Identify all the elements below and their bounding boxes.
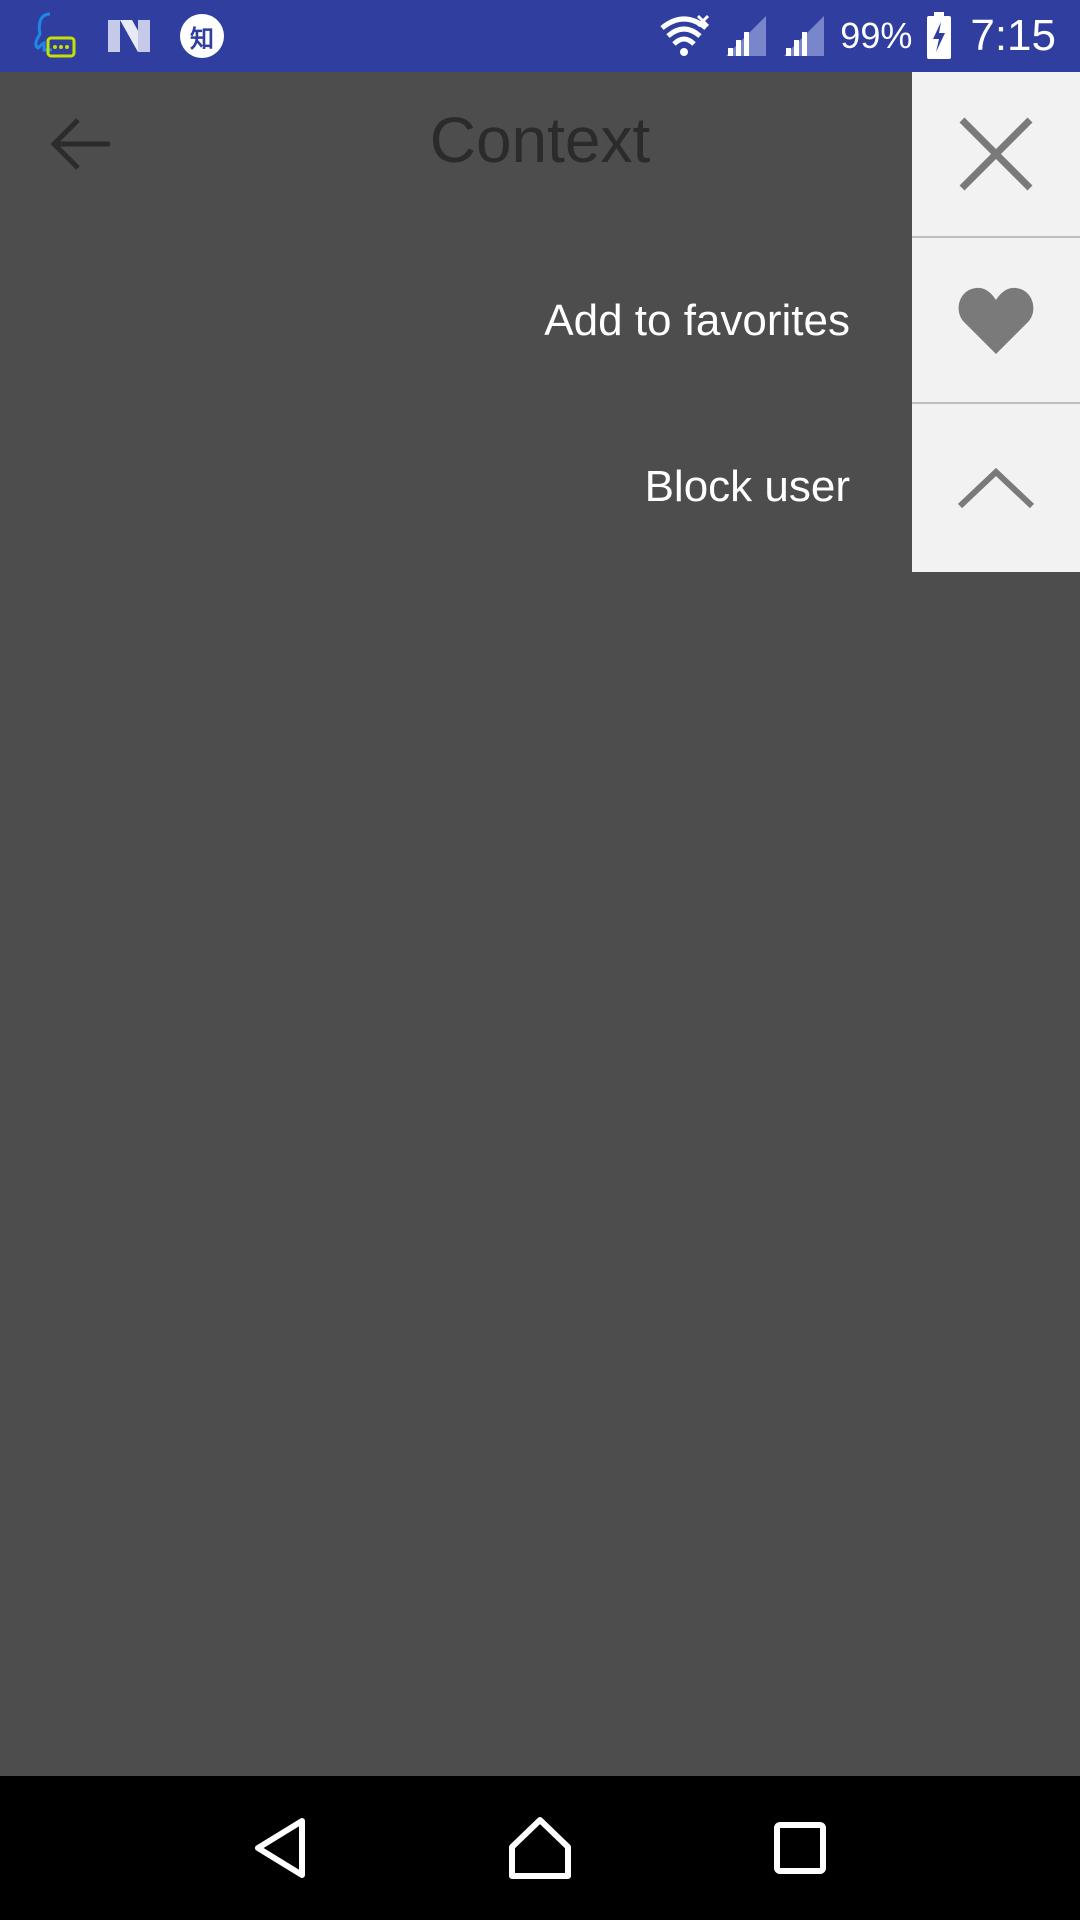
nav-home-button[interactable]	[495, 1803, 585, 1893]
screen: 知 99% 7:15 Context Add to favorites Bloc…	[0, 0, 1080, 1920]
menu-label-block-user[interactable]: Block user	[150, 404, 850, 570]
system-indicators: 99% 7:15	[658, 0, 1056, 72]
back-button[interactable]	[40, 102, 124, 186]
wifi-icon	[658, 14, 710, 58]
zhihu-icon: 知	[180, 14, 224, 58]
context-menu	[912, 72, 1080, 572]
clock: 7:15	[970, 11, 1056, 60]
context-menu-labels: Add to favorites Block user	[150, 72, 850, 570]
battery-charging-icon	[926, 12, 952, 60]
arrow-left-icon	[50, 118, 110, 170]
heart-icon	[958, 287, 1034, 354]
nav-back-button[interactable]	[235, 1803, 325, 1893]
battery-percentage: 99%	[840, 15, 913, 56]
notification-icons: 知	[30, 12, 224, 60]
qq-chat-icon	[30, 10, 78, 62]
back-triangle-icon	[255, 1818, 305, 1878]
signal-icon-1	[724, 14, 768, 58]
chevron-up-icon	[957, 467, 1035, 509]
status-bar: 知 99% 7:15	[0, 0, 1080, 72]
navigation-bar	[0, 1776, 1080, 1920]
home-icon	[509, 1817, 571, 1879]
signal-icon-2	[782, 14, 826, 58]
close-icon	[959, 117, 1033, 191]
close-menu-button[interactable]	[912, 72, 1080, 238]
n-logo-icon	[106, 16, 152, 56]
recents-square-icon	[774, 1822, 826, 1874]
nav-recents-button[interactable]	[755, 1803, 845, 1893]
add-to-favorites-button[interactable]	[912, 238, 1080, 404]
block-user-button[interactable]	[912, 404, 1080, 572]
menu-label-add-to-favorites[interactable]: Add to favorites	[150, 238, 850, 404]
